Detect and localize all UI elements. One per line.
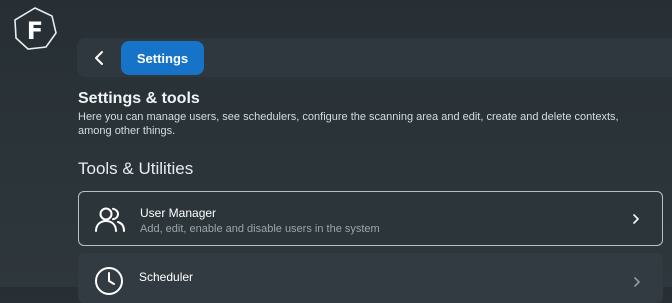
logo-letter: F [27, 17, 43, 45]
card-subtitle: Add, edit, enable and disable users in t… [140, 223, 380, 235]
app-logo: F [12, 6, 58, 52]
card-title: Scheduler [139, 270, 194, 284]
scheduler-card[interactable]: Scheduler [78, 253, 663, 303]
breadcrumb-bar: Settings [77, 38, 672, 77]
users-icon [95, 207, 125, 232]
clock-icon [95, 267, 123, 295]
page-description: Here you can manage users, see scheduler… [78, 111, 619, 137]
user-manager-card[interactable]: User Manager Add, edit, enable and disab… [78, 191, 663, 246]
section-title: Tools & Utilities [78, 159, 194, 178]
page-title: Settings & tools [78, 90, 200, 107]
chevron-left-icon [95, 51, 103, 65]
chevron-right-icon [633, 214, 639, 224]
breadcrumb-settings-button[interactable]: Settings [121, 41, 204, 75]
back-button[interactable] [87, 46, 111, 70]
card-title: User Manager [140, 206, 217, 220]
